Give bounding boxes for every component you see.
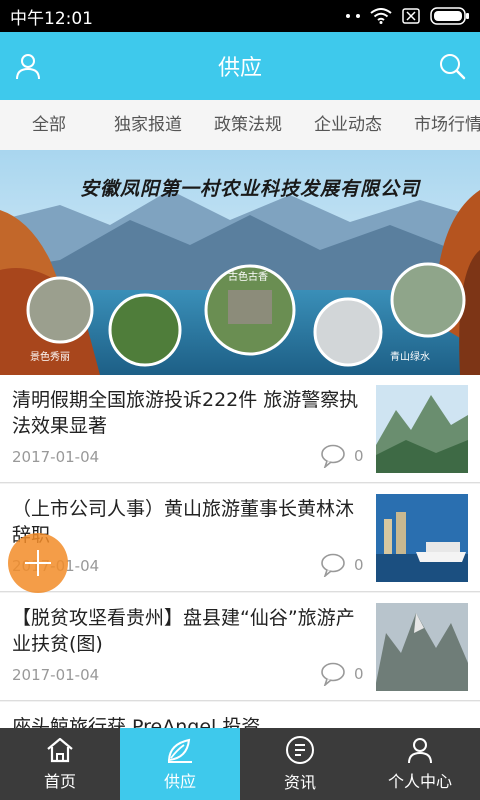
news-thumbnail: [376, 385, 468, 473]
news-date: 2017-01-04: [12, 666, 100, 684]
banner-caption-3: 青山绿水: [390, 352, 430, 363]
news-icon: [286, 736, 314, 764]
search-icon[interactable]: [438, 52, 466, 80]
page-title: 供应: [217, 56, 262, 81]
comment-count: 0: [354, 447, 364, 465]
plus-icon: [25, 550, 51, 576]
bottom-nav: 首页 供应 资讯 个人中心: [0, 728, 480, 800]
news-thumbnail: [376, 494, 468, 582]
nav-supply[interactable]: 供应: [120, 728, 240, 800]
tab-exclusive[interactable]: 独家报道: [114, 100, 182, 150]
app-header: 供应: [0, 32, 480, 100]
news-title: 【脱贫攻坚看贵州】盘县建“仙谷”旅游产业扶贫(图): [12, 607, 355, 655]
nav-profile[interactable]: 个人中心: [360, 728, 480, 800]
comment-count: 0: [354, 665, 364, 683]
home-icon: [47, 737, 73, 763]
news-comments[interactable]: 0: [320, 553, 364, 577]
news-date: 2017-01-04: [12, 448, 100, 466]
nav-home[interactable]: 首页: [0, 728, 120, 800]
wifi-icon: [370, 8, 392, 24]
tab-policy[interactable]: 政策法规: [214, 100, 282, 150]
banner-caption-2: 古色古香: [228, 272, 268, 283]
tab-market[interactable]: 市场行情: [414, 100, 480, 150]
person-icon: [408, 738, 432, 764]
add-button[interactable]: [8, 533, 68, 593]
banner-carousel[interactable]: 安徽凤阳第一村农业科技发展有限公司 景色秀丽 古色古香 青山绿水: [0, 150, 480, 375]
comment-icon: [321, 444, 345, 468]
banner-company-name: 安徽凤阳第一村农业科技发展有限公司: [80, 178, 421, 200]
battery-icon: [430, 7, 469, 25]
comment-icon: [321, 553, 345, 577]
category-tabs: 全部 独家报道 政策法规 企业动态 市场行情: [0, 100, 480, 151]
nav-news[interactable]: 资讯: [240, 728, 360, 800]
user-icon[interactable]: [14, 52, 42, 80]
comment-icon: [321, 662, 345, 686]
news-comments[interactable]: 0: [320, 444, 364, 468]
leaf-icon: [167, 738, 192, 763]
status-icons: [346, 7, 470, 25]
nav-supply-label: 供应: [163, 772, 196, 791]
news-title: （上市公司人事）黄山旅游董事长黄林沐辞职: [12, 498, 355, 546]
tab-enterprise[interactable]: 企业动态: [314, 100, 382, 150]
news-item[interactable]: （上市公司人事）黄山旅游董事长黄林沐辞职 2017-01-04 0: [0, 484, 480, 592]
banner-caption-1: 景色秀丽: [30, 352, 70, 363]
news-item[interactable]: 清明假期全国旅游投诉222件 旅游警察执法效果显著 2017-01-04 0: [0, 375, 480, 483]
nav-news-label: 资讯: [283, 773, 316, 792]
news-item[interactable]: 【脱贫攻坚看贵州】盘县建“仙谷”旅游产业扶贫(图) 2017-01-04 0: [0, 593, 480, 701]
nav-home-label: 首页: [43, 772, 76, 791]
signal-dots-icon: [346, 14, 360, 18]
status-time: 中午12:01: [10, 8, 93, 29]
news-title: 清明假期全国旅游投诉222件 旅游警察执法效果显著: [12, 389, 359, 437]
status-bar: 中午12:01: [0, 0, 480, 32]
tab-all[interactable]: 全部: [32, 100, 66, 150]
nav-profile-label: 个人中心: [387, 772, 452, 791]
news-thumbnail: [376, 603, 468, 691]
no-sim-icon: [402, 8, 420, 24]
comment-count: 0: [354, 556, 364, 574]
news-comments[interactable]: 0: [320, 662, 364, 686]
